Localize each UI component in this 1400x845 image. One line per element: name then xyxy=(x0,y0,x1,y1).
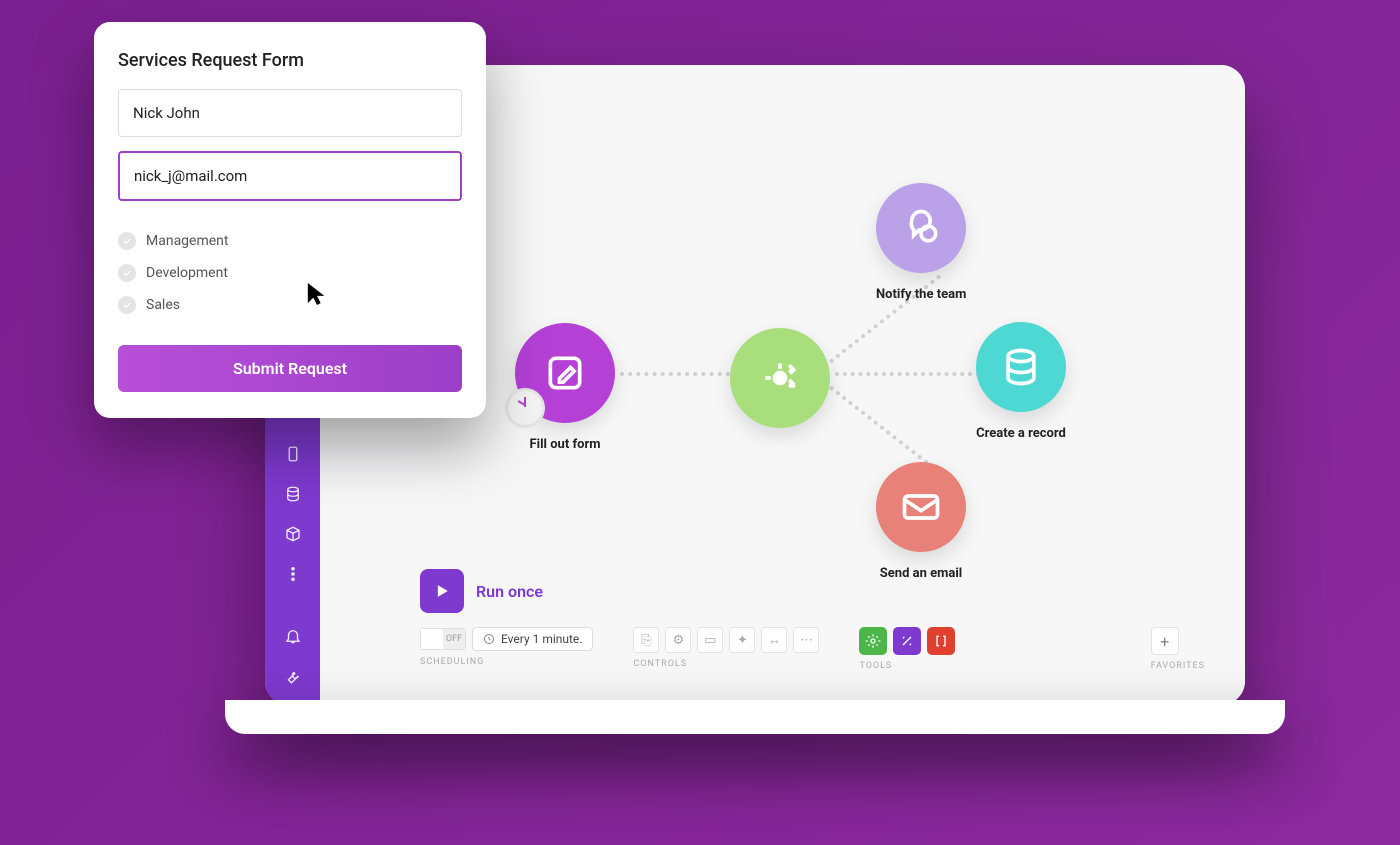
phone-icon[interactable] xyxy=(282,445,304,463)
option-sales[interactable]: Sales xyxy=(118,289,462,321)
favorites-label: FAVORITES xyxy=(1151,661,1205,671)
chat-icon xyxy=(899,206,943,250)
tools-group: TOOLS xyxy=(859,627,955,671)
run-label: Run once xyxy=(476,582,543,601)
node-router[interactable] xyxy=(730,328,830,428)
schedule-interval[interactable]: Every 1 minute. xyxy=(472,627,593,651)
clock-icon xyxy=(505,388,545,428)
controls-group: ⎘ ⚙ ▭ ✦ ↔ ⋯ CONTROLS xyxy=(633,627,819,669)
box-icon[interactable] xyxy=(282,525,304,543)
database-icon[interactable] xyxy=(282,485,304,503)
control-align-icon[interactable]: ↔ xyxy=(761,627,787,653)
edit-icon xyxy=(543,351,587,395)
cursor-icon xyxy=(306,280,328,308)
run-button[interactable] xyxy=(420,569,464,613)
options-list: Management Development Sales xyxy=(118,225,462,321)
laptop-base xyxy=(225,700,1285,734)
tools-label: TOOLS xyxy=(859,661,955,671)
node-create-record[interactable]: Create a record xyxy=(976,322,1066,441)
storage-icon xyxy=(999,345,1043,389)
control-btn-1[interactable]: ⎘ xyxy=(633,627,659,653)
control-note-icon[interactable]: ▭ xyxy=(697,627,723,653)
control-magic-icon[interactable]: ✦ xyxy=(729,627,755,653)
node-notify-team[interactable]: Notify the team xyxy=(876,183,966,302)
mail-icon xyxy=(899,485,943,529)
node-label: Notify the team xyxy=(876,287,966,302)
services-request-form: Services Request Form Management Develop… xyxy=(94,22,486,418)
tool-brackets-icon[interactable] xyxy=(927,627,955,655)
node-label: Create a record xyxy=(976,426,1066,441)
more-icon[interactable] xyxy=(282,565,304,583)
submit-button[interactable]: Submit Request xyxy=(118,345,462,392)
node-label: Fill out form xyxy=(515,437,615,452)
favorites-group: + FAVORITES xyxy=(1151,627,1205,671)
router-icon xyxy=(758,356,802,400)
scheduling-group: OFF Every 1 minute. SCHEDULING xyxy=(420,627,593,667)
form-title: Services Request Form xyxy=(118,50,462,71)
add-favorite-button[interactable]: + xyxy=(1151,627,1179,655)
bell-icon[interactable] xyxy=(282,627,304,645)
name-input[interactable] xyxy=(118,89,462,137)
control-settings-icon[interactable]: ⚙ xyxy=(665,627,691,653)
connector xyxy=(620,372,730,376)
wrench-icon[interactable] xyxy=(282,667,304,685)
node-send-email[interactable]: Send an email xyxy=(876,462,966,581)
schedule-toggle[interactable]: OFF xyxy=(420,628,466,650)
check-icon xyxy=(118,264,136,282)
connector xyxy=(835,372,980,376)
tool-wrench-icon[interactable] xyxy=(893,627,921,655)
option-development[interactable]: Development xyxy=(118,257,462,289)
controls-label: CONTROLS xyxy=(633,659,819,669)
option-management[interactable]: Management xyxy=(118,225,462,257)
node-label: Send an email xyxy=(876,566,966,581)
control-more-icon[interactable]: ⋯ xyxy=(793,627,819,653)
run-bar: Run once xyxy=(420,569,543,613)
check-icon xyxy=(118,296,136,314)
node-fill-out-form[interactable]: Fill out form xyxy=(515,323,615,452)
tool-gear-icon[interactable] xyxy=(859,627,887,655)
scheduling-label: SCHEDULING xyxy=(420,657,593,667)
bottom-toolbar: OFF Every 1 minute. SCHEDULING ⎘ ⚙ ▭ ✦ ↔ xyxy=(420,627,1205,671)
check-icon xyxy=(118,232,136,250)
email-input[interactable] xyxy=(118,151,462,201)
